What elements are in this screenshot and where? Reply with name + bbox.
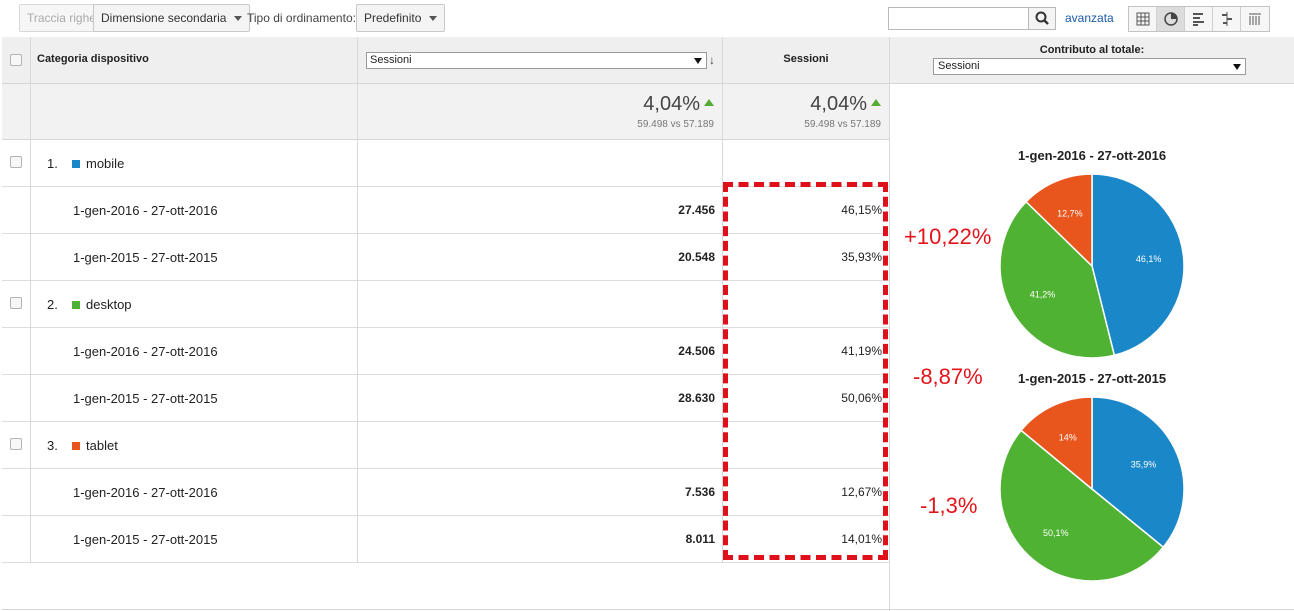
- contribution-select-value: Sessioni: [938, 60, 980, 72]
- group-label[interactable]: mobile: [72, 156, 124, 171]
- sessions-value: 8.011: [685, 532, 715, 546]
- group-label[interactable]: desktop: [72, 297, 132, 312]
- row-checkbox[interactable]: [10, 156, 22, 168]
- view-comparison-button[interactable]: [1213, 7, 1241, 31]
- arrow-up-icon: [704, 99, 714, 107]
- select-all-checkbox[interactable]: [10, 54, 22, 66]
- pie-chart-2016: 46,1% 41,2% 12,7%: [999, 173, 1185, 359]
- bar-list-icon: [1192, 13, 1204, 26]
- total-cell-metric: 4,04% 59.498 vs 57.189: [358, 84, 722, 140]
- view-switcher: [1128, 6, 1270, 32]
- group-row: 1. mobile: [2, 140, 890, 187]
- sort-type-label: Tipo di ordinamento:: [247, 11, 356, 25]
- comparison-icon: [1221, 12, 1232, 26]
- total-comparison: 59.498 vs 57.189: [637, 119, 714, 130]
- group-index: 3.: [47, 438, 58, 453]
- period-label: 1-gen-2015 - 27-ott-2015: [73, 250, 218, 265]
- group-index: 2.: [47, 297, 58, 312]
- total-change: 4,04%: [810, 93, 881, 116]
- totals-row: 4,04% 59.498 vs 57.189 4,04% 59.498 vs 5…: [2, 84, 890, 140]
- contribution-title: Contributo al totale:: [1039, 44, 1145, 56]
- metric-select[interactable]: Sessioni: [366, 52, 707, 69]
- sessions-value: 24.506: [678, 344, 715, 358]
- dimension-column-header[interactable]: Categoria dispositivo: [37, 53, 149, 65]
- total-change-value: 4,04%: [643, 93, 700, 115]
- sort-type-dropdown[interactable]: Predefinito: [356, 4, 446, 32]
- highlight-box: [723, 182, 888, 560]
- plot-rows-button[interactable]: Traccia righe: [19, 4, 104, 32]
- legend-swatch: [72, 160, 80, 168]
- table-header: Categoria dispositivo Sessioni ↓ Session…: [2, 37, 890, 84]
- pie-slice-label: 12,7%: [1057, 208, 1083, 218]
- secondary-dimension-label: Dimensione secondaria: [101, 11, 227, 25]
- period-label: 1-gen-2015 - 27-ott-2015: [73, 532, 218, 547]
- sessions-value: 7.536: [684, 485, 715, 499]
- group-label[interactable]: tablet: [72, 438, 118, 453]
- period-label: 1-gen-2016 - 27-ott-2016: [73, 203, 218, 218]
- pie-chart-icon: [1163, 12, 1178, 26]
- secondary-dimension-dropdown[interactable]: Dimensione secondaria: [93, 4, 251, 32]
- sessions-value: 28.630: [678, 391, 715, 405]
- total-change-value: 4,04%: [810, 93, 867, 115]
- view-pivot-button[interactable]: [1241, 7, 1269, 31]
- advanced-filter-link[interactable]: avanzata: [1065, 11, 1114, 25]
- pane-divider: [889, 37, 890, 611]
- bottom-divider: [2, 609, 1294, 610]
- sessions-column-header[interactable]: Sessioni: [723, 53, 889, 65]
- view-pie-button[interactable]: [1157, 7, 1185, 31]
- desktop-change-annotation: -8,87%: [913, 364, 983, 389]
- sessions-value: 20.548: [678, 250, 715, 264]
- dropdown-arrow-icon: [694, 58, 702, 64]
- arrow-up-icon: [871, 99, 881, 107]
- sort-descending-icon[interactable]: ↓: [709, 53, 715, 67]
- chevron-down-icon: [234, 16, 243, 22]
- search-button[interactable]: [1028, 7, 1056, 30]
- pie-chart-2015: 35,9% 50,1% 14%: [999, 396, 1185, 582]
- report-toolbar: Traccia righe Dimensione secondaria Tipo…: [0, 0, 1294, 37]
- contribution-metric-select[interactable]: Sessioni: [933, 58, 1246, 75]
- view-table-button[interactable]: [1129, 7, 1157, 31]
- sessions-value: 27.456: [678, 203, 715, 217]
- dropdown-arrow-icon: [1233, 64, 1241, 70]
- row-checkbox[interactable]: [10, 438, 22, 450]
- group-name: desktop: [86, 297, 132, 312]
- column-divider: [30, 37, 31, 563]
- search-input[interactable]: [888, 7, 1029, 30]
- column-divider: [357, 37, 358, 563]
- pivot-icon: [1249, 13, 1261, 25]
- legend-swatch: [72, 442, 80, 450]
- search-icon: [1035, 11, 1049, 25]
- total-cell-sessions: 4,04% 59.498 vs 57.189: [723, 84, 889, 140]
- metric-select-value: Sessioni: [370, 54, 412, 66]
- pie-slice-label: 46,1%: [1136, 254, 1162, 264]
- sort-type-value: Predefinito: [364, 11, 422, 25]
- pie-slice-label: 50,1%: [1043, 528, 1069, 538]
- legend-swatch: [72, 301, 80, 309]
- pie-slice-label: 14%: [1059, 432, 1077, 442]
- pie-title-2015: 1-gen-2015 - 27-ott-2015: [1017, 371, 1167, 386]
- row-checkbox[interactable]: [10, 297, 22, 309]
- pie-title-2016: 1-gen-2016 - 27-ott-2016: [1017, 148, 1167, 163]
- pie-slice-label: 41,2%: [1030, 289, 1056, 299]
- pie-slice-label: 35,9%: [1131, 460, 1157, 470]
- total-comparison: 59.498 vs 57.189: [804, 119, 881, 130]
- period-label: 1-gen-2016 - 27-ott-2016: [73, 485, 218, 500]
- tablet-change-annotation: -1,3%: [920, 493, 978, 518]
- group-name: tablet: [86, 438, 118, 453]
- view-performance-button[interactable]: [1185, 7, 1213, 31]
- group-name: mobile: [86, 156, 125, 171]
- mobile-change-annotation: +10,22%: [904, 224, 992, 249]
- period-label: 1-gen-2015 - 27-ott-2015: [73, 391, 218, 406]
- period-label: 1-gen-2016 - 27-ott-2016: [73, 344, 218, 359]
- total-change: 4,04%: [643, 93, 714, 116]
- grid-icon: [1136, 12, 1149, 26]
- chevron-down-icon: [429, 16, 438, 22]
- group-index: 1.: [47, 156, 58, 171]
